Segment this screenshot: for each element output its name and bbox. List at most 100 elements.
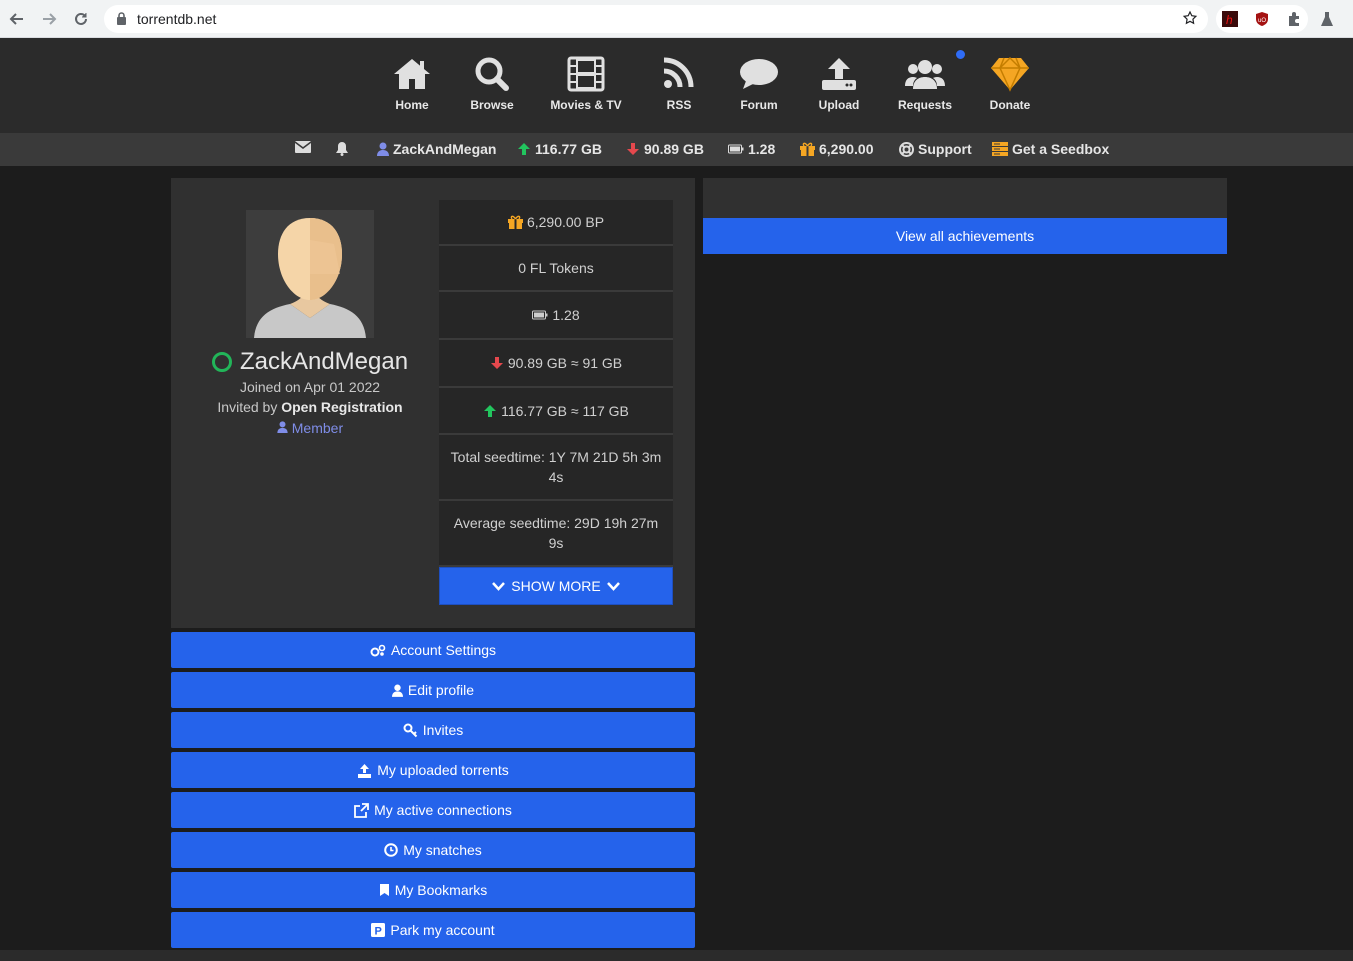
gift-icon <box>507 215 523 229</box>
statbar-support[interactable]: Support <box>899 141 972 157</box>
joined-date: Joined on Apr 01 2022 <box>239 379 381 395</box>
nav-upload[interactable]: Upload <box>799 56 879 112</box>
arrow-down-icon <box>627 143 639 155</box>
statbar-seedbox[interactable]: Get a Seedbox <box>992 141 1109 157</box>
user-icon <box>391 684 403 697</box>
svg-text:h: h <box>1226 13 1233 27</box>
browser-toolbar: torrentdb.net h uO <box>0 0 1353 38</box>
nav-label: Home <box>395 98 429 112</box>
svg-text:uO: uO <box>1258 18 1266 24</box>
profile-username: ZackAndMegan <box>171 348 449 376</box>
puzzle-extensions-icon[interactable] <box>1286 11 1302 27</box>
profile-stats-list: 6,290.00 BP 0 FL Tokens 1.28 90.89 GB ≈ … <box>439 200 673 567</box>
user-stat-bar: ZackAndMegan 116.77 GB 90.89 GB 1.28 6,2… <box>0 133 1353 166</box>
forward-arrow-icon[interactable] <box>38 8 60 30</box>
park-account-button[interactable]: P Park my account <box>171 912 695 948</box>
nav-donate[interactable]: Donate <box>970 56 1050 112</box>
statbar-download: 90.89 GB <box>626 141 704 157</box>
rss-icon <box>663 57 694 88</box>
server-icon <box>992 142 1008 156</box>
show-more-button[interactable]: SHOW MORE <box>439 567 673 605</box>
chevron-down-icon <box>492 581 506 591</box>
stat-ratio: 1.28 <box>439 292 673 340</box>
bookmark-star-icon[interactable] <box>1182 10 1198 31</box>
back-arrow-icon[interactable] <box>6 8 28 30</box>
lock-icon <box>116 12 127 30</box>
nav-label: RSS <box>666 98 692 112</box>
reload-icon[interactable] <box>70 8 92 30</box>
home-icon <box>394 59 430 89</box>
nav-browse[interactable]: Browse <box>452 56 532 112</box>
footer-strip <box>0 950 1353 961</box>
avatar <box>246 210 374 338</box>
extensions-group: h uO <box>1216 5 1308 33</box>
stat-total-seedtime: Total seedtime: 1Y 7M 21D 5h 3m 4s <box>439 435 673 501</box>
diamond-icon <box>991 56 1029 92</box>
stat-average-seedtime: Average seedtime: 29D 19h 27m 9s <box>439 501 673 567</box>
svg-text:P: P <box>375 926 382 938</box>
chat-icon <box>740 59 778 89</box>
statbar-ratio: 1.28 <box>728 141 775 157</box>
film-icon <box>567 56 605 92</box>
my-snatches-button[interactable]: My snatches <box>171 832 695 868</box>
ublock-icon[interactable]: uO <box>1254 11 1270 27</box>
upload-icon <box>822 58 856 90</box>
nav-forum[interactable]: Forum <box>719 56 799 112</box>
nav-requests[interactable]: Requests <box>885 56 965 112</box>
nav-label: Forum <box>740 98 778 112</box>
messages-icon[interactable] <box>295 141 311 153</box>
stat-bonus-points: 6,290.00 BP <box>439 200 673 246</box>
account-settings-button[interactable]: Account Settings <box>171 632 695 668</box>
stat-downloaded: 90.89 GB ≈ 91 GB <box>439 340 673 388</box>
invites-button[interactable]: Invites <box>171 712 695 748</box>
address-bar[interactable]: torrentdb.net <box>104 5 1208 33</box>
clock-icon <box>384 843 399 857</box>
nav-rss[interactable]: RSS <box>639 56 719 112</box>
view-all-achievements-button[interactable]: View all achievements <box>703 218 1227 254</box>
my-active-connections-button[interactable]: My active connections <box>171 792 695 828</box>
statbar-upload: 116.77 GB <box>517 141 602 157</box>
bell-icon[interactable] <box>335 141 349 156</box>
battery-icon <box>532 310 548 320</box>
site-navigation: Home Browse Movies & TV RSS Forum Upload… <box>0 38 1353 133</box>
cogs-icon <box>370 644 386 657</box>
nav-movies-tv[interactable]: Movies & TV <box>546 56 626 112</box>
user-icon <box>377 142 389 156</box>
my-bookmarks-button[interactable]: My Bookmarks <box>171 872 695 908</box>
battery-icon <box>728 144 744 154</box>
url-text: torrentdb.net <box>137 11 217 27</box>
statbar-bonus[interactable]: 6,290.00 <box>800 141 874 157</box>
achievements-panel <box>703 178 1227 218</box>
user-group[interactable]: Member <box>171 420 449 436</box>
statbar-username[interactable]: ZackAndMegan <box>377 141 496 157</box>
upload-icon <box>358 763 372 778</box>
users-icon <box>905 60 945 89</box>
nav-label: Requests <box>897 98 953 112</box>
key-icon <box>403 723 417 737</box>
stat-fl-tokens: 0 FL Tokens <box>439 246 673 292</box>
user-icon <box>277 421 288 433</box>
nav-label: Upload <box>818 98 860 112</box>
nav-label: Browse <box>470 98 514 112</box>
my-uploaded-torrents-button[interactable]: My uploaded torrents <box>171 752 695 788</box>
search-icon <box>475 57 509 91</box>
h-extension-icon[interactable]: h <box>1222 11 1238 27</box>
arrow-up-icon <box>518 143 530 155</box>
external-link-icon <box>354 802 370 818</box>
labs-flask-icon[interactable] <box>1316 8 1338 30</box>
edit-profile-button[interactable]: Edit profile <box>171 672 695 708</box>
online-status-icon <box>211 352 232 372</box>
parking-icon: P <box>371 923 386 938</box>
arrow-up-icon <box>484 404 497 417</box>
nav-home[interactable]: Home <box>372 56 452 112</box>
arrow-down-icon <box>490 357 503 369</box>
chevron-down-icon <box>606 581 620 591</box>
nav-label: Movies & TV <box>550 98 622 112</box>
lifebuoy-icon <box>899 141 914 157</box>
notification-dot <box>955 49 966 60</box>
profile-card: ZackAndMegan Joined on Apr 01 2022 Invit… <box>171 178 695 628</box>
nav-label: Donate <box>989 98 1031 112</box>
invited-by: Invited by Open Registration <box>217 399 403 415</box>
bookmark-icon <box>379 884 389 896</box>
stat-uploaded: 116.77 GB ≈ 117 GB <box>439 388 673 435</box>
